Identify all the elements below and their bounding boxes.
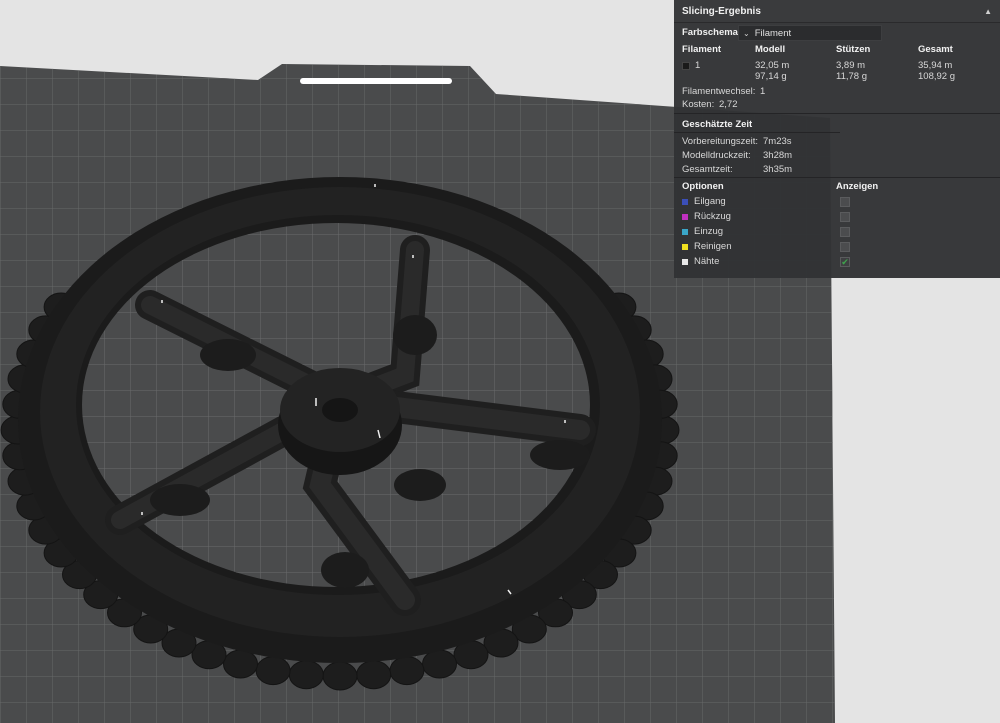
header-filament: Filament — [682, 44, 722, 55]
color-scheme-value: Filament — [754, 27, 792, 39]
support-scallop — [288, 660, 324, 690]
header-model: Modell — [755, 44, 786, 55]
color-scheme-select[interactable]: ⌄ Filament — [738, 25, 882, 41]
option-row: Rückzug — [682, 211, 731, 222]
total-length: 35,94 m — [918, 60, 953, 71]
color-scheme-label: Farbschema — [682, 27, 738, 38]
supports-weight: 11,78 g — [836, 71, 867, 82]
filament-id: 1 — [695, 60, 701, 71]
support-scallop — [356, 660, 392, 690]
prep-time-value: 7m23s — [763, 136, 792, 147]
option-label: Einzug — [694, 226, 724, 237]
option-color-swatch — [682, 213, 688, 220]
cost-label: Kosten: — [682, 99, 715, 110]
slicing-result-panel: Slicing-Ergebnis ▲ Farbschema ⌄ Filament… — [674, 0, 1000, 278]
divider — [674, 113, 1000, 114]
option-label: Rückzug — [694, 211, 731, 222]
option-row: Einzug — [682, 226, 723, 237]
print-time-value: 3h28m — [763, 150, 793, 161]
total-time-value: 3h35m — [763, 164, 793, 175]
option-color-swatch — [682, 243, 688, 250]
collapse-icon[interactable]: ▲ — [984, 7, 992, 16]
header-total: Gesamt — [918, 44, 953, 55]
option-label: Reinigen — [694, 241, 732, 252]
support-scallop — [255, 656, 291, 686]
support-scallop — [322, 661, 358, 691]
option-show-checkbox[interactable] — [840, 227, 850, 237]
option-color-swatch — [682, 198, 688, 205]
panel-title: Slicing-Ergebnis — [682, 5, 761, 17]
option-show-checkbox[interactable] — [840, 242, 850, 252]
options-header: Optionen — [682, 181, 724, 192]
model-length: 32,05 m — [755, 60, 790, 71]
plate-handle — [300, 78, 452, 84]
support-scallop — [389, 656, 425, 686]
option-label: Eilgang — [694, 196, 726, 207]
chevron-down-icon: ⌄ — [743, 28, 750, 38]
print-time-label: Modelldruckzeit: — [682, 150, 751, 161]
support-scallop — [223, 649, 258, 679]
option-show-checkbox[interactable]: ✔ — [840, 257, 850, 267]
show-header: Anzeigen — [836, 181, 879, 192]
estimated-time-title: Geschätzte Zeit — [682, 119, 753, 130]
filament-changes-value: 1 — [760, 86, 766, 97]
supports-length: 3,89 m — [836, 60, 866, 71]
total-time-label: Gesamtzeit: — [682, 164, 733, 175]
option-label: Nähte — [694, 256, 720, 267]
option-color-swatch — [682, 258, 688, 265]
filament-changes-label: Filamentwechsel: — [682, 86, 756, 97]
panel-header[interactable]: Slicing-Ergebnis ▲ — [674, 0, 1000, 23]
support-scallop — [422, 649, 457, 679]
divider — [674, 177, 1000, 178]
header-supports: Stützen — [836, 44, 871, 55]
option-show-checkbox[interactable] — [840, 212, 850, 222]
option-row: Reinigen — [682, 241, 732, 252]
option-row: Eilgang — [682, 196, 726, 207]
filament-color-swatch — [682, 62, 690, 70]
option-row: Nähte — [682, 256, 719, 267]
model-weight: 97,14 g — [755, 71, 787, 82]
option-show-checkbox[interactable] — [840, 197, 850, 207]
total-weight: 108,92 g — [918, 71, 955, 82]
cost-value: 2,72 — [719, 99, 738, 110]
option-color-swatch — [682, 228, 688, 235]
divider — [674, 132, 840, 133]
prep-time-label: Vorbereitungszeit: — [682, 136, 759, 147]
